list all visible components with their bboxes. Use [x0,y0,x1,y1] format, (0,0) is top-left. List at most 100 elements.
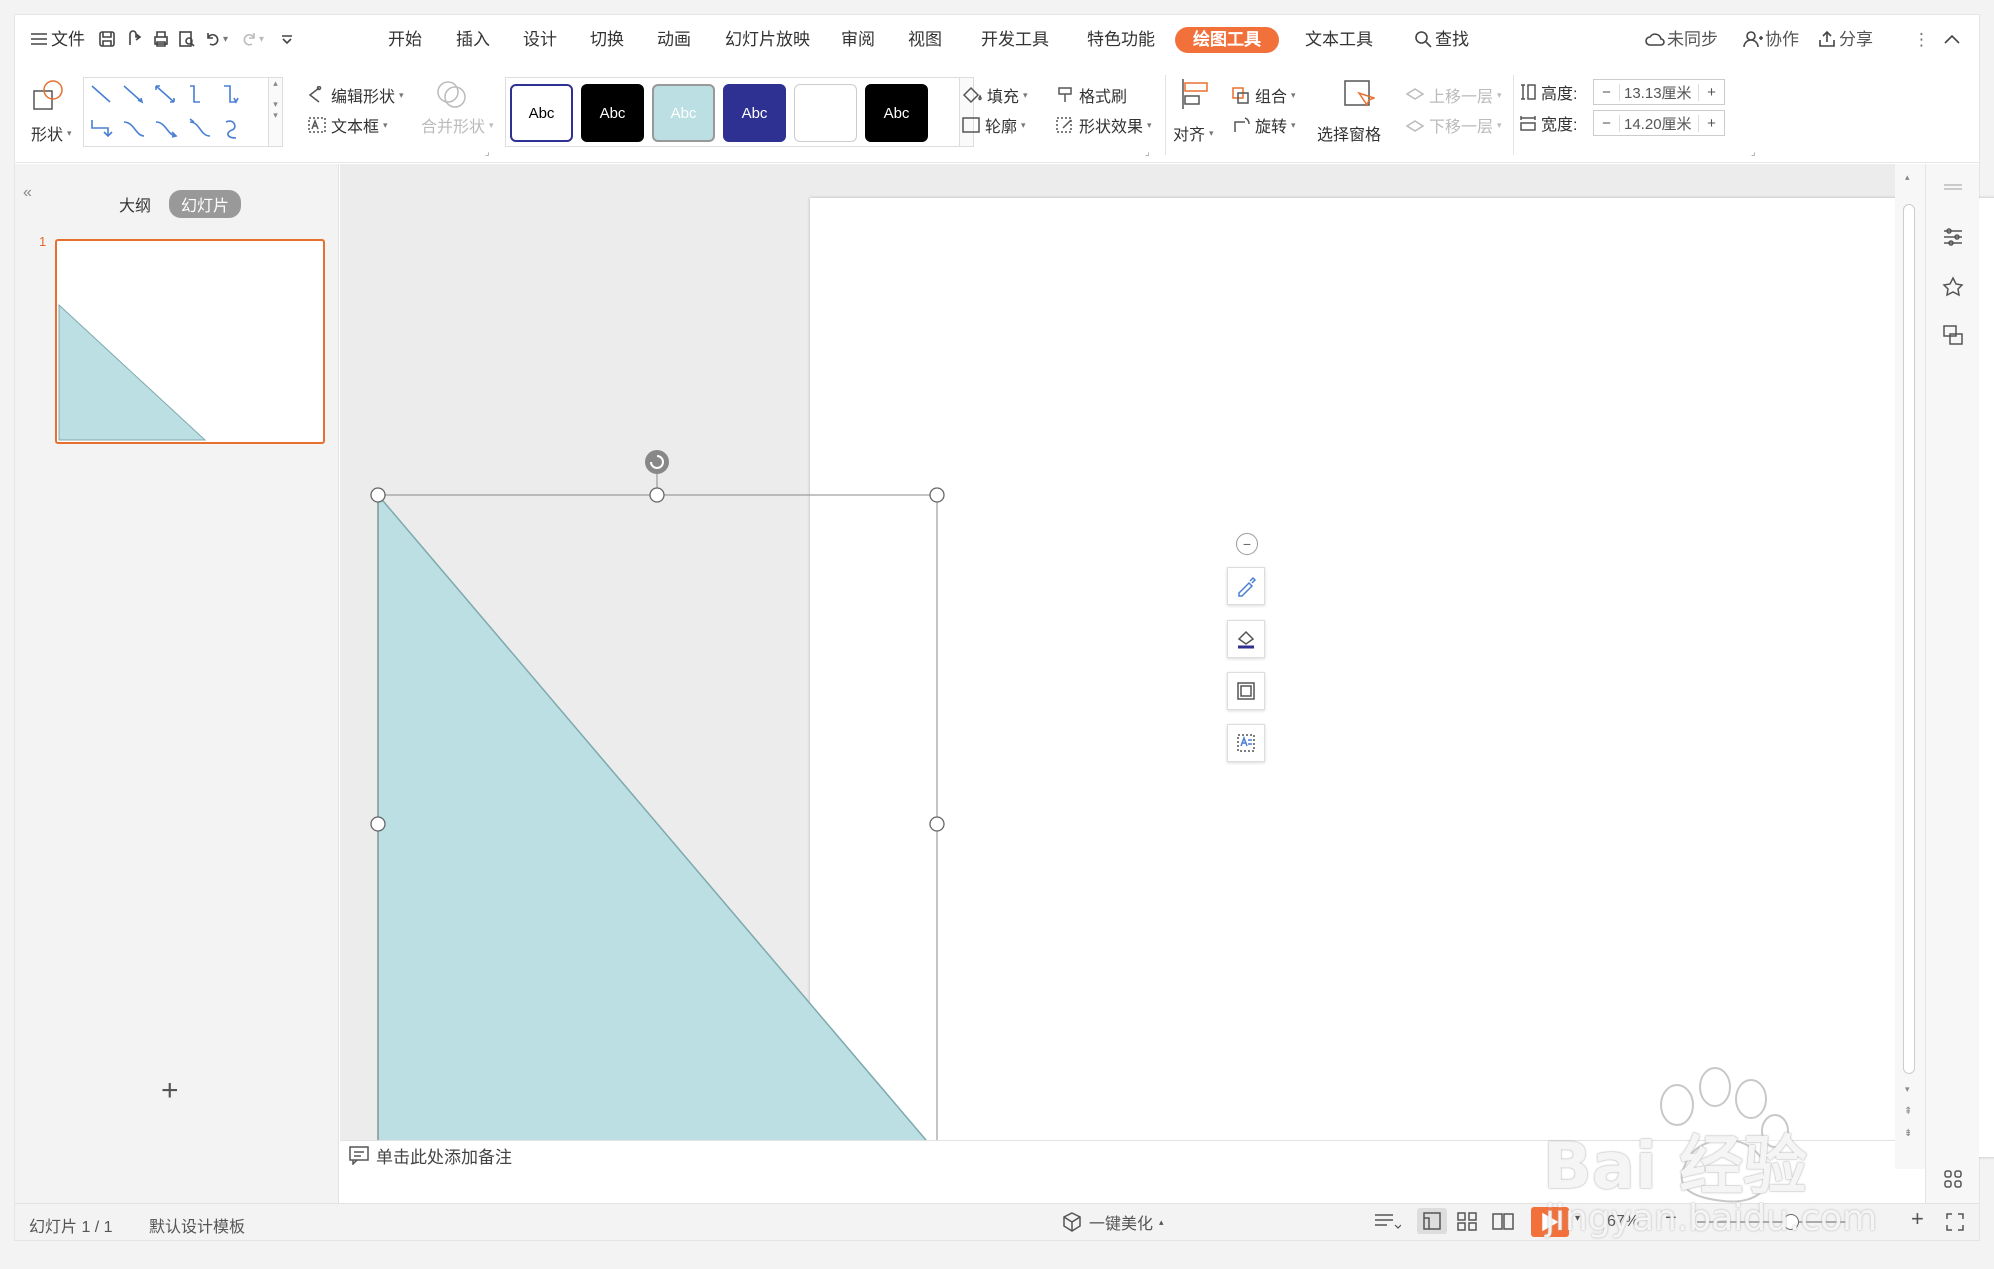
align-icon[interactable] [1179,77,1213,111]
tab-drawing-tools[interactable]: 绘图工具 [1175,27,1279,53]
height-input[interactable]: − 13.13厘米 + [1593,79,1725,105]
shape-button[interactable]: 形状 ▾ [31,121,72,145]
align-button[interactable]: 对齐 ▾ [1173,121,1214,145]
tab-text-tools[interactable]: 文本工具 [1305,27,1373,53]
width-decrement-button[interactable]: − [1594,114,1620,132]
tab-animation[interactable]: 动画 [657,27,691,53]
selection-pane-button[interactable]: 选择窗格 [1317,121,1381,145]
properties-icon[interactable] [1940,224,1966,250]
tab-slides[interactable]: 幻灯片 [169,190,242,218]
selection-pane-icon[interactable] [1341,77,1375,111]
scroll-thumb[interactable] [1903,204,1915,1074]
group-button[interactable]: 组合 ▾ [1231,83,1296,107]
style-black-2[interactable]: Abc [865,84,928,142]
share-icon[interactable] [1815,27,1839,51]
right-triangle-shape[interactable] [377,492,937,1140]
apps-grid-icon[interactable] [1940,1166,1966,1192]
style-dark-blue[interactable]: Abc [723,84,786,142]
vertical-scrollbar[interactable]: ▴ ▾ ⇞ ⇟ [1895,164,1925,1169]
shape-style-quick-button[interactable] [1227,567,1265,605]
slide-thumbnail-1[interactable] [55,239,325,444]
rotate-button[interactable]: 旋转 ▾ [1231,113,1296,137]
more-options-icon[interactable]: ⋮ [1913,27,1930,53]
tab-outline[interactable]: 大纲 [119,192,151,216]
tab-developer[interactable]: 开发工具 [981,27,1049,53]
width-value[interactable]: 14.20厘米 [1620,113,1698,134]
scroll-up-icon[interactable]: ▴ [1905,172,1910,183]
template-name[interactable]: 默认设计模板 [149,1213,245,1237]
format-painter-button[interactable]: 格式刷 [1055,83,1127,107]
gallery-scroll[interactable]: ▴ ▾ ▾ [269,77,283,147]
textbox-button[interactable]: 文本框 ▾ [307,113,388,137]
height-decrement-button[interactable]: − [1594,83,1620,101]
style-black[interactable]: Abc [581,84,644,142]
fill-button[interactable]: 填充 ▾ [961,83,1028,107]
outline-button[interactable]: 轮廓 ▾ [961,113,1026,137]
redo-icon[interactable] [237,27,261,51]
share-button[interactable]: 分享 [1839,27,1873,53]
shape-effect-button[interactable]: 形状效果 ▾ [1055,113,1152,137]
tab-design[interactable]: 设计 [523,27,557,53]
outline-quick-button[interactable] [1227,672,1265,710]
redo-dropdown-icon[interactable]: ▾ [259,27,264,53]
transition-icon[interactable] [1940,322,1966,348]
resize-handle-top-right[interactable] [929,487,945,503]
collaborate-button[interactable]: 协作 [1765,27,1799,53]
zoom-in-button[interactable]: + [1911,1206,1924,1232]
collapse-quickbar-icon[interactable]: − [1236,533,1258,555]
search-command[interactable]: 查找 [1435,27,1469,53]
notes-toggle-icon[interactable] [1373,1210,1402,1237]
notes-placeholder[interactable]: 单击此处添加备注 [376,1143,512,1168]
export-icon[interactable] [123,27,147,51]
text-layout-quick-button[interactable] [1227,724,1265,762]
cloud-sync-icon[interactable] [1643,27,1667,51]
rotate-handle-icon[interactable] [645,450,669,474]
animation-star-icon[interactable] [1940,274,1966,300]
tab-view[interactable]: 视图 [908,27,942,53]
resize-handle-top-left[interactable] [370,487,386,503]
collapse-panel-icon[interactable]: « [23,184,32,202]
resize-handle-top[interactable] [649,487,665,503]
beautify-button[interactable]: 一键美化 ▴ [1061,1210,1164,1234]
undo-dropdown-icon[interactable]: ▾ [223,27,228,53]
line-shape-gallery[interactable] [83,77,269,147]
tab-review[interactable]: 审阅 [841,27,875,53]
shape-group-launcher-icon[interactable]: ⌟ [485,147,490,158]
customize-toolbar-icon[interactable] [275,27,299,51]
collaborate-icon[interactable] [1741,27,1765,51]
print-icon[interactable] [149,27,173,51]
undo-icon[interactable] [201,27,225,51]
file-menu[interactable]: 文件 [51,27,85,53]
previous-slide-icon[interactable]: ⇞ [1904,1106,1912,1117]
height-increment-button[interactable]: + [1698,83,1724,101]
save-icon[interactable] [95,27,119,51]
add-slide-button[interactable]: + [161,1074,179,1108]
width-input[interactable]: − 14.20厘米 + [1593,110,1725,136]
normal-view-icon[interactable] [1417,1208,1447,1234]
tab-special[interactable]: 特色功能 [1087,27,1155,53]
tab-home[interactable]: 开始 [388,27,422,53]
style-white-outline[interactable]: Abc [510,84,573,142]
size-group-launcher-icon[interactable]: ⌟ [1751,147,1756,158]
width-increment-button[interactable]: + [1698,114,1724,132]
tab-slideshow[interactable]: 幻灯片放映 [725,27,810,53]
sync-status[interactable]: 未同步 [1667,27,1718,53]
print-preview-icon[interactable] [175,27,199,51]
shape-icon[interactable] [31,77,67,113]
collapse-ribbon-icon[interactable] [1940,27,1964,51]
scroll-down-icon[interactable]: ▾ [1905,1084,1910,1095]
fill-quick-button[interactable] [1227,620,1265,658]
search-icon[interactable] [1411,27,1435,51]
slide-sorter-icon[interactable] [1455,1210,1479,1237]
reading-view-icon[interactable] [1491,1210,1515,1237]
style-group-launcher-icon[interactable]: ⌟ [1145,147,1150,158]
style-light-teal-selected[interactable]: Abc [652,84,715,142]
height-value[interactable]: 13.13厘米 [1620,82,1698,103]
tab-transition[interactable]: 切换 [590,27,624,53]
tab-insert[interactable]: 插入 [456,27,490,53]
resize-handle-left[interactable] [370,816,386,832]
next-slide-icon[interactable]: ⇟ [1904,1128,1912,1139]
style-blank[interactable] [794,84,857,142]
fit-window-icon[interactable] [1945,1212,1965,1237]
hamburger-menu-icon[interactable] [27,27,51,51]
